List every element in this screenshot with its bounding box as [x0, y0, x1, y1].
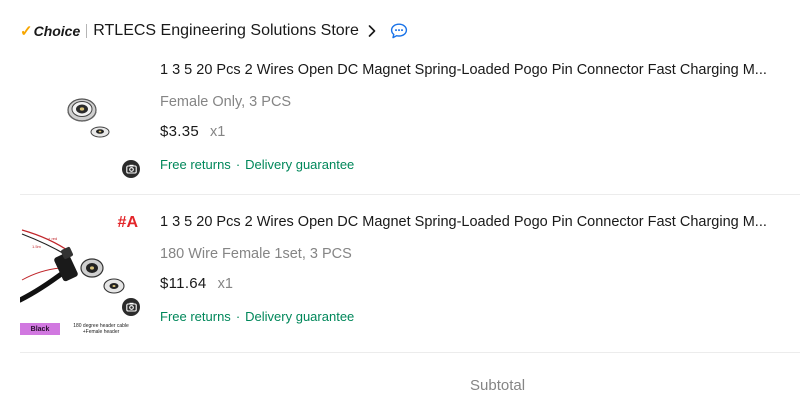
product-quantity: x1 — [217, 276, 233, 292]
service-row[interactable]: Free returns · Delivery guarantee — [160, 155, 780, 175]
product-variant[interactable]: Female Only, 3 PCS — [160, 92, 780, 112]
item-divider — [20, 194, 800, 195]
product-variant[interactable]: 180 Wire Female 1set, 3 PCS — [160, 244, 780, 264]
svg-text:+ red: + red — [48, 236, 57, 241]
cart-page: ✓ Choice RTLECS Engineering Solutions St… — [0, 0, 800, 393]
image-variant-label: #A — [117, 214, 138, 231]
free-returns-label: Free returns — [160, 157, 231, 172]
chevron-right-icon[interactable] — [368, 25, 376, 37]
product-image[interactable] — [20, 58, 144, 182]
product-title[interactable]: 1 3 5 20 Pcs 2 Wires Open DC Magnet Spri… — [160, 60, 775, 80]
item-info: 1 3 5 20 Pcs 2 Wires Open DC Magnet Spri… — [160, 60, 780, 175]
cart-item[interactable]: 1 3 5 20 Pcs 2 Wires Open DC Magnet Spri… — [20, 52, 800, 194]
price-row: $3.35 x1 — [160, 123, 780, 145]
choice-badge: ✓ Choice — [20, 22, 80, 40]
camera-icon[interactable] — [122, 160, 140, 178]
free-returns-label: Free returns — [160, 309, 231, 324]
header-divider — [86, 24, 88, 38]
store-header[interactable]: ✓ Choice RTLECS Engineering Solutions St… — [20, 18, 408, 44]
cart-item[interactable]: 1.5m + red #A Black 180 degree header ca… — [20, 208, 800, 352]
image-caption-strip: Black 180 degree header cable +Female he… — [20, 320, 144, 338]
camera-icon[interactable] — [122, 298, 140, 316]
delivery-guarantee-label: Delivery guarantee — [245, 309, 355, 324]
subtotal-label: Subtotal — [470, 377, 526, 393]
product-price: $11.64 — [160, 275, 207, 292]
service-row[interactable]: Free returns · Delivery guarantee — [160, 307, 780, 327]
item-info: 1 3 5 20 Pcs 2 Wires Open DC Magnet Spri… — [160, 212, 780, 327]
svg-text:1.5m: 1.5m — [32, 244, 42, 249]
product-price: $3.35 — [160, 123, 200, 140]
store-name-link[interactable]: RTLECS Engineering Solutions Store — [93, 22, 359, 40]
item-divider — [20, 352, 800, 353]
price-row: $11.64 x1 — [160, 275, 780, 297]
delivery-guarantee-label: Delivery guarantee — [245, 157, 355, 172]
check-icon: ✓ — [20, 23, 33, 40]
product-title[interactable]: 1 3 5 20 Pcs 2 Wires Open DC Magnet Spri… — [160, 212, 775, 232]
service-separator: · — [235, 309, 241, 324]
choice-label: Choice — [33, 23, 81, 39]
product-quantity: x1 — [210, 124, 226, 140]
product-image[interactable]: 1.5m + red #A Black 180 degree header ca… — [20, 210, 144, 338]
image-color-label: Black — [20, 323, 60, 335]
service-separator: · — [235, 157, 241, 172]
chat-icon[interactable] — [390, 23, 408, 39]
image-caption: 180 degree header cable +Female header — [73, 323, 129, 335]
